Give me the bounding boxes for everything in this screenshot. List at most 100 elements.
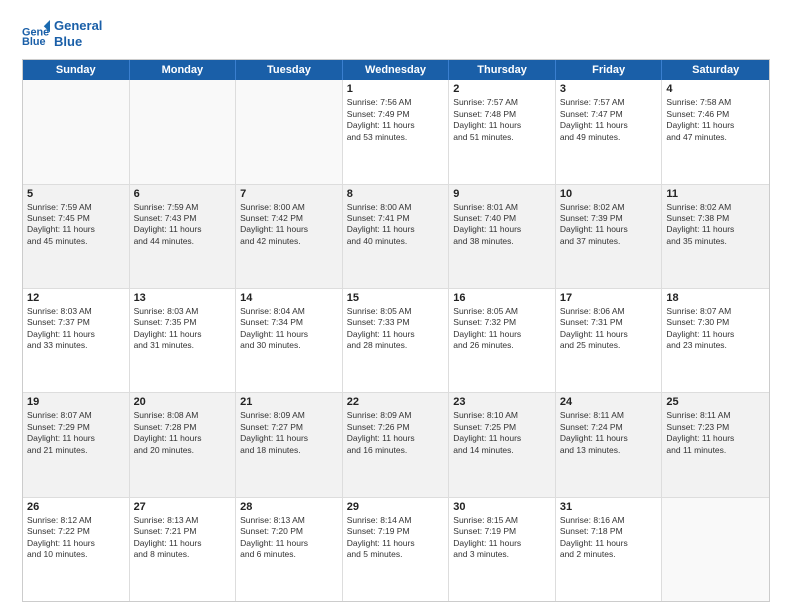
day-number: 25 bbox=[666, 396, 765, 408]
day-number: 10 bbox=[560, 188, 658, 200]
weekday-header: Monday bbox=[130, 60, 237, 80]
calendar-cell: 9 Sunrise: 8:01 AM Sunset: 7:40 PM Daylig… bbox=[449, 185, 556, 288]
calendar-cell: 13 Sunrise: 8:03 AM Sunset: 7:35 PM Dayli… bbox=[130, 289, 237, 392]
day-number: 27 bbox=[134, 501, 232, 513]
day-number: 29 bbox=[347, 501, 445, 513]
calendar-cell bbox=[23, 80, 130, 183]
day-number: 7 bbox=[240, 188, 338, 200]
calendar-cell: 1Sunrise: 7:56 AM Sunset: 7:49 PM Daylig… bbox=[343, 80, 450, 183]
weekday-header: Wednesday bbox=[343, 60, 450, 80]
weekday-header: Thursday bbox=[449, 60, 556, 80]
cell-info: Sunrise: 8:07 AM Sunset: 7:30 PM Dayligh… bbox=[666, 306, 765, 352]
calendar-body: 1Sunrise: 7:56 AM Sunset: 7:49 PM Daylig… bbox=[23, 80, 769, 601]
cell-info: Sunrise: 8:16 AM Sunset: 7:18 PM Dayligh… bbox=[560, 515, 658, 561]
calendar-cell: 17Sunrise: 8:06 AM Sunset: 7:31 PM Dayli… bbox=[556, 289, 663, 392]
cell-info: Sunrise: 7:59 AM Sunset: 7:43 PM Dayligh… bbox=[134, 202, 232, 248]
calendar-cell bbox=[662, 498, 769, 601]
calendar-cell: 24Sunrise: 8:11 AM Sunset: 7:24 PM Dayli… bbox=[556, 393, 663, 496]
cell-info: Sunrise: 7:57 AM Sunset: 7:48 PM Dayligh… bbox=[453, 97, 551, 143]
header: General Blue General Blue bbox=[22, 18, 770, 49]
day-number: 8 bbox=[347, 188, 445, 200]
calendar-row: 12 Sunrise: 8:03 AM Sunset: 7:37 PM Dayli… bbox=[23, 289, 769, 393]
day-number: 22 bbox=[347, 396, 445, 408]
cell-info: Sunrise: 8:00 AM Sunset: 7:42 PM Dayligh… bbox=[240, 202, 338, 248]
calendar-cell: 25 Sunrise: 8:11 AM Sunset: 7:23 PM Dayli… bbox=[662, 393, 769, 496]
calendar: SundayMondayTuesdayWednesdayThursdayFrid… bbox=[22, 59, 770, 602]
calendar-cell bbox=[130, 80, 237, 183]
calendar-cell: 20Sunrise: 8:08 AM Sunset: 7:28 PM Dayli… bbox=[130, 393, 237, 496]
calendar-cell: 7 Sunrise: 8:00 AM Sunset: 7:42 PM Daylig… bbox=[236, 185, 343, 288]
calendar-row: 26 Sunrise: 8:12 AM Sunset: 7:22 PM Dayli… bbox=[23, 498, 769, 601]
cell-info: Sunrise: 8:00 AM Sunset: 7:41 PM Dayligh… bbox=[347, 202, 445, 248]
calendar-cell: 19 Sunrise: 8:07 AM Sunset: 7:29 PM Dayli… bbox=[23, 393, 130, 496]
weekday-header: Tuesday bbox=[236, 60, 343, 80]
page: General Blue General Blue SundayMondayTu… bbox=[0, 0, 792, 612]
day-number: 12 bbox=[27, 292, 125, 304]
day-number: 19 bbox=[27, 396, 125, 408]
day-number: 18 bbox=[666, 292, 765, 304]
day-number: 31 bbox=[560, 501, 658, 513]
calendar-cell: 30 Sunrise: 8:15 AM Sunset: 7:19 PM Dayli… bbox=[449, 498, 556, 601]
calendar-cell: 4Sunrise: 7:58 AM Sunset: 7:46 PM Daylig… bbox=[662, 80, 769, 183]
cell-info: Sunrise: 8:11 AM Sunset: 7:23 PM Dayligh… bbox=[666, 410, 765, 456]
day-number: 21 bbox=[240, 396, 338, 408]
calendar-cell: 31 Sunrise: 8:16 AM Sunset: 7:18 PM Dayli… bbox=[556, 498, 663, 601]
calendar-cell: 11 Sunrise: 8:02 AM Sunset: 7:38 PM Dayli… bbox=[662, 185, 769, 288]
logo: General Blue General Blue bbox=[22, 18, 102, 49]
calendar-row: 5 Sunrise: 7:59 AM Sunset: 7:45 PM Daylig… bbox=[23, 185, 769, 289]
svg-text:Blue: Blue bbox=[22, 35, 46, 47]
day-number: 11 bbox=[666, 188, 765, 200]
calendar-cell: 8 Sunrise: 8:00 AM Sunset: 7:41 PM Daylig… bbox=[343, 185, 450, 288]
cell-info: Sunrise: 8:09 AM Sunset: 7:27 PM Dayligh… bbox=[240, 410, 338, 456]
day-number: 26 bbox=[27, 501, 125, 513]
calendar-cell: 27Sunrise: 8:13 AM Sunset: 7:21 PM Dayli… bbox=[130, 498, 237, 601]
cell-info: Sunrise: 8:12 AM Sunset: 7:22 PM Dayligh… bbox=[27, 515, 125, 561]
cell-info: Sunrise: 8:03 AM Sunset: 7:37 PM Dayligh… bbox=[27, 306, 125, 352]
cell-info: Sunrise: 8:01 AM Sunset: 7:40 PM Dayligh… bbox=[453, 202, 551, 248]
cell-info: Sunrise: 8:11 AM Sunset: 7:24 PM Dayligh… bbox=[560, 410, 658, 456]
cell-info: Sunrise: 8:02 AM Sunset: 7:38 PM Dayligh… bbox=[666, 202, 765, 248]
day-number: 16 bbox=[453, 292, 551, 304]
day-number: 4 bbox=[666, 83, 765, 95]
cell-info: Sunrise: 8:07 AM Sunset: 7:29 PM Dayligh… bbox=[27, 410, 125, 456]
day-number: 2 bbox=[453, 83, 551, 95]
cell-info: Sunrise: 7:59 AM Sunset: 7:45 PM Dayligh… bbox=[27, 202, 125, 248]
cell-info: Sunrise: 8:10 AM Sunset: 7:25 PM Dayligh… bbox=[453, 410, 551, 456]
cell-info: Sunrise: 8:05 AM Sunset: 7:32 PM Dayligh… bbox=[453, 306, 551, 352]
calendar-cell: 10 Sunrise: 8:02 AM Sunset: 7:39 PM Dayli… bbox=[556, 185, 663, 288]
cell-info: Sunrise: 8:13 AM Sunset: 7:20 PM Dayligh… bbox=[240, 515, 338, 561]
calendar-cell: 29Sunrise: 8:14 AM Sunset: 7:19 PM Dayli… bbox=[343, 498, 450, 601]
cell-info: Sunrise: 8:04 AM Sunset: 7:34 PM Dayligh… bbox=[240, 306, 338, 352]
calendar-cell: 14 Sunrise: 8:04 AM Sunset: 7:34 PM Dayli… bbox=[236, 289, 343, 392]
day-number: 14 bbox=[240, 292, 338, 304]
calendar-cell: 23Sunrise: 8:10 AM Sunset: 7:25 PM Dayli… bbox=[449, 393, 556, 496]
calendar-cell: 16 Sunrise: 8:05 AM Sunset: 7:32 PM Dayli… bbox=[449, 289, 556, 392]
day-number: 5 bbox=[27, 188, 125, 200]
day-number: 9 bbox=[453, 188, 551, 200]
day-number: 28 bbox=[240, 501, 338, 513]
cell-info: Sunrise: 8:09 AM Sunset: 7:26 PM Dayligh… bbox=[347, 410, 445, 456]
calendar-cell: 5 Sunrise: 7:59 AM Sunset: 7:45 PM Daylig… bbox=[23, 185, 130, 288]
day-number: 30 bbox=[453, 501, 551, 513]
day-number: 6 bbox=[134, 188, 232, 200]
logo-blue: Blue bbox=[54, 34, 102, 50]
calendar-row: 19 Sunrise: 8:07 AM Sunset: 7:29 PM Dayli… bbox=[23, 393, 769, 497]
weekday-header: Friday bbox=[556, 60, 663, 80]
calendar-header: SundayMondayTuesdayWednesdayThursdayFrid… bbox=[23, 60, 769, 80]
calendar-cell: 21 Sunrise: 8:09 AM Sunset: 7:27 PM Dayli… bbox=[236, 393, 343, 496]
cell-info: Sunrise: 8:05 AM Sunset: 7:33 PM Dayligh… bbox=[347, 306, 445, 352]
cell-info: Sunrise: 8:02 AM Sunset: 7:39 PM Dayligh… bbox=[560, 202, 658, 248]
cell-info: Sunrise: 8:03 AM Sunset: 7:35 PM Dayligh… bbox=[134, 306, 232, 352]
cell-info: Sunrise: 8:15 AM Sunset: 7:19 PM Dayligh… bbox=[453, 515, 551, 561]
day-number: 13 bbox=[134, 292, 232, 304]
weekday-header: Sunday bbox=[23, 60, 130, 80]
logo-general: General bbox=[54, 18, 102, 34]
cell-info: Sunrise: 8:08 AM Sunset: 7:28 PM Dayligh… bbox=[134, 410, 232, 456]
calendar-cell: 28 Sunrise: 8:13 AM Sunset: 7:20 PM Dayli… bbox=[236, 498, 343, 601]
calendar-cell: 15Sunrise: 8:05 AM Sunset: 7:33 PM Dayli… bbox=[343, 289, 450, 392]
cell-info: Sunrise: 7:57 AM Sunset: 7:47 PM Dayligh… bbox=[560, 97, 658, 143]
calendar-cell: 22 Sunrise: 8:09 AM Sunset: 7:26 PM Dayli… bbox=[343, 393, 450, 496]
weekday-header: Saturday bbox=[662, 60, 769, 80]
calendar-cell: 26 Sunrise: 8:12 AM Sunset: 7:22 PM Dayli… bbox=[23, 498, 130, 601]
day-number: 1 bbox=[347, 83, 445, 95]
